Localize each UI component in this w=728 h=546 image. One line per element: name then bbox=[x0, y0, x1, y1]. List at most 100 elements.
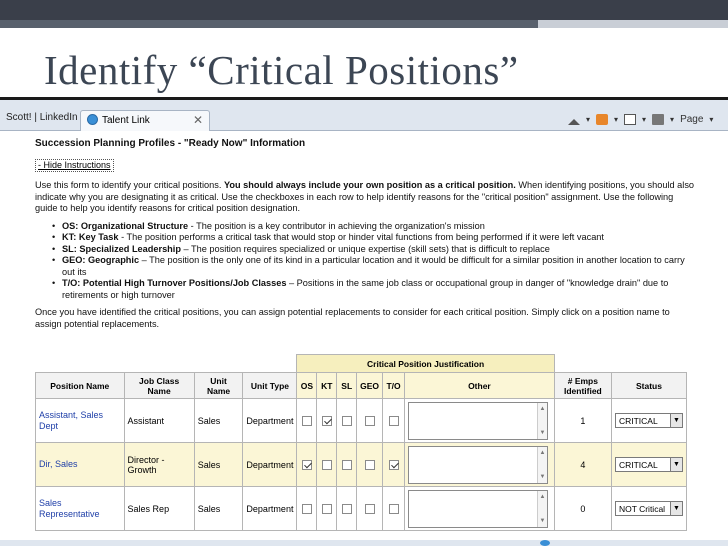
guide-item-os: OS: Organizational Structure - The posit… bbox=[52, 221, 695, 233]
justification-guide: OS: Organizational Structure - The posit… bbox=[52, 221, 695, 302]
status-select[interactable]: NOT Critical ▼ bbox=[614, 501, 683, 516]
other-textarea[interactable]: ▲ ▼ bbox=[408, 445, 548, 484]
os-checkbox[interactable] bbox=[301, 415, 312, 426]
to-checkbox[interactable] bbox=[388, 459, 399, 470]
ie-page-icon bbox=[87, 114, 98, 125]
other-cell: ▲ ▼ bbox=[404, 398, 555, 443]
sl-cell bbox=[336, 442, 358, 487]
col-unit-name: Unit Name bbox=[193, 372, 244, 399]
kt-checkbox[interactable] bbox=[321, 503, 332, 514]
slide-title: Identify “Critical Positions” bbox=[44, 47, 519, 93]
slide-accent-band bbox=[0, 20, 728, 28]
feeds-dropdown-icon[interactable]: ▾ bbox=[614, 115, 618, 124]
page-content: Succession Planning Profiles - "Ready No… bbox=[35, 138, 695, 330]
hide-instructions-link[interactable]: - Hide Instructions bbox=[35, 158, 114, 172]
status-cell: NOT Critical ▼ bbox=[610, 486, 688, 531]
chevron-down-icon[interactable]: ▼ bbox=[669, 414, 682, 427]
tab-talent-link[interactable]: Talent Link ✕ bbox=[80, 110, 210, 131]
page-menu[interactable]: Page bbox=[680, 114, 703, 125]
os-cell bbox=[296, 486, 318, 531]
table-row: Assistant, Sales Dept Assistant Sales Depar… bbox=[35, 398, 688, 443]
unit-type-cell: Department bbox=[242, 398, 298, 443]
position-cell: Dir, Sales bbox=[35, 442, 125, 487]
slide-top-band bbox=[0, 0, 728, 20]
geo-checkbox[interactable] bbox=[364, 503, 375, 514]
kt-cell bbox=[316, 442, 338, 487]
os-checkbox[interactable] bbox=[301, 459, 312, 470]
guide-item-geo: GEO: Geographic – The position is the on… bbox=[52, 255, 695, 278]
geo-checkbox[interactable] bbox=[364, 459, 375, 470]
col-sl: SL bbox=[336, 372, 358, 399]
os-checkbox[interactable] bbox=[301, 503, 312, 514]
geo-cell bbox=[356, 486, 384, 531]
col-kt: KT bbox=[316, 372, 338, 399]
home-dropdown-icon[interactable]: ▾ bbox=[586, 115, 590, 124]
status-cell: CRITICAL ▼ bbox=[610, 398, 688, 443]
textarea-scrollbar[interactable]: ▲ ▼ bbox=[537, 402, 547, 439]
col-unit-type: Unit Type bbox=[242, 372, 298, 399]
print-icon[interactable] bbox=[652, 113, 665, 125]
job-class-cell: Assistant bbox=[123, 398, 195, 443]
col-job-class: Job Class Name bbox=[123, 372, 195, 399]
to-cell bbox=[382, 398, 405, 443]
browser-toolbar: ▾ ▾ ▾ ▾ Page ▾ bbox=[568, 112, 713, 126]
guide-item-kt: KT: Key Task - The position performs a c… bbox=[52, 232, 695, 244]
status-select[interactable]: CRITICAL ▼ bbox=[614, 457, 683, 472]
browser-status-strip bbox=[0, 540, 728, 546]
kt-checkbox[interactable] bbox=[321, 415, 332, 426]
geo-cell bbox=[356, 398, 384, 443]
mail-icon[interactable] bbox=[624, 113, 637, 125]
form-heading: Succession Planning Profiles - "Ready No… bbox=[35, 138, 306, 149]
to-checkbox[interactable] bbox=[388, 503, 399, 514]
kt-cell bbox=[316, 486, 338, 531]
geo-cell bbox=[356, 442, 384, 487]
home-icon[interactable] bbox=[568, 114, 580, 125]
unit-name-cell: Sales bbox=[193, 486, 244, 531]
position-name-link[interactable]: Sales Representative bbox=[39, 498, 100, 519]
sl-checkbox[interactable] bbox=[341, 415, 352, 426]
os-cell bbox=[296, 398, 318, 443]
status-cell: CRITICAL ▼ bbox=[610, 442, 688, 487]
emps-identified-cell: 1 bbox=[553, 398, 612, 443]
col-to: T/O bbox=[382, 372, 405, 399]
browser-tab-strip: Scott! | LinkedIn Talent Link ✕ ▾ ▾ ▾ ▾ … bbox=[0, 100, 728, 131]
cropped-menu-row bbox=[0, 100, 728, 108]
chevron-down-icon[interactable]: ▼ bbox=[669, 502, 682, 515]
col-geo: GEO bbox=[356, 372, 384, 399]
other-cell: ▲ ▼ bbox=[404, 486, 555, 531]
close-tab-icon[interactable]: ✕ bbox=[193, 113, 203, 127]
chevron-down-icon[interactable]: ▼ bbox=[669, 458, 682, 471]
status-select[interactable]: CRITICAL ▼ bbox=[614, 413, 683, 428]
emps-identified-cell: 0 bbox=[553, 486, 612, 531]
col-os: OS bbox=[296, 372, 318, 399]
tab-linkedin[interactable]: Scott! | LinkedIn bbox=[6, 112, 78, 123]
sl-cell bbox=[336, 398, 358, 443]
critical-positions-table: Critical Position Justification Position… bbox=[35, 354, 688, 531]
feeds-icon[interactable] bbox=[596, 113, 609, 125]
geo-checkbox[interactable] bbox=[364, 415, 375, 426]
unit-type-cell: Department bbox=[242, 486, 298, 531]
sl-checkbox[interactable] bbox=[341, 459, 352, 470]
textarea-scrollbar[interactable]: ▲ ▼ bbox=[537, 446, 547, 483]
unit-name-cell: Sales bbox=[193, 398, 244, 443]
other-textarea[interactable]: ▲ ▼ bbox=[408, 401, 548, 440]
tab-talent-link-label: Talent Link bbox=[102, 115, 150, 126]
unit-type-cell: Department bbox=[242, 442, 298, 487]
mail-dropdown-icon[interactable]: ▾ bbox=[642, 115, 646, 124]
table-row: Dir, Sales Director - Growth Sales Departme… bbox=[35, 442, 688, 487]
justification-group-header: Critical Position Justification bbox=[296, 354, 555, 373]
instructions-text: Use this form to identify your critical … bbox=[35, 180, 695, 213]
to-checkbox[interactable] bbox=[388, 415, 399, 426]
textarea-scrollbar[interactable]: ▲ ▼ bbox=[537, 490, 547, 527]
sl-cell bbox=[336, 486, 358, 531]
kt-checkbox[interactable] bbox=[321, 459, 332, 470]
position-name-link[interactable]: Assistant, Sales Dept bbox=[39, 410, 103, 431]
other-textarea[interactable]: ▲ ▼ bbox=[408, 489, 548, 528]
col-status: Status bbox=[610, 372, 688, 399]
sl-checkbox[interactable] bbox=[341, 503, 352, 514]
other-cell: ▲ ▼ bbox=[404, 442, 555, 487]
unit-name-cell: Sales bbox=[193, 442, 244, 487]
position-name-link[interactable]: Dir, Sales bbox=[39, 459, 78, 469]
page-dropdown-icon[interactable]: ▾ bbox=[709, 115, 713, 124]
print-dropdown-icon[interactable]: ▾ bbox=[670, 115, 674, 124]
